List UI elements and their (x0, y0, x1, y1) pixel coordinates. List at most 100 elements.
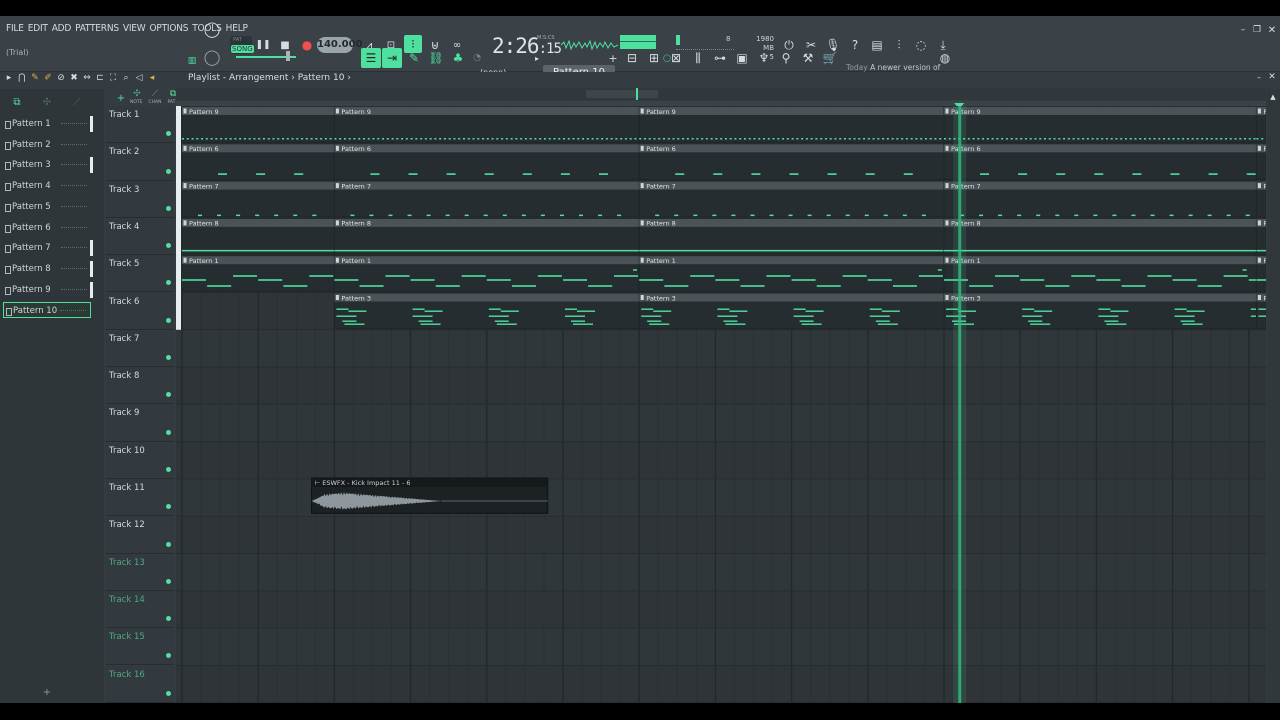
select-icon[interactable]: ⛶ (108, 73, 118, 83)
track-mute-led[interactable] (166, 504, 171, 510)
pattern-clip[interactable]: P... (1255, 218, 1266, 255)
pause-icon[interactable]: ❚❚ (254, 36, 272, 54)
pattern-clip[interactable]: Pattern 6 (638, 143, 945, 181)
mute-icon[interactable]: ✖ (69, 73, 79, 83)
pattern-clip[interactable]: Pattern 3 (333, 293, 640, 330)
play-arrow-icon[interactable]: ▸ (4, 73, 14, 83)
track-header[interactable]: Track 3 (106, 180, 174, 218)
pattern-clip[interactable]: Pattern 3 (638, 293, 945, 330)
playlist-icon[interactable]: ⊟ (623, 49, 641, 67)
playlist-arrow-icon[interactable]: ◂ (147, 73, 157, 83)
track-header[interactable]: Track 16 (106, 665, 174, 703)
track-mute-led[interactable] (166, 653, 171, 659)
picker-add-icon[interactable]: + (38, 683, 56, 701)
pattern-clip[interactable]: Pattern 1 (638, 255, 945, 292)
track-header[interactable]: Track 5 (106, 255, 174, 293)
stop-icon[interactable]: ■ (276, 36, 294, 54)
menu-patterns[interactable]: PATTERNS (75, 23, 119, 34)
mixer-view-icon[interactable]: ⫼ (689, 49, 707, 67)
pat-song-switch[interactable]: PAT SONG (230, 36, 254, 54)
view-pattern-icon[interactable]: ✣ (128, 85, 146, 103)
pattern-clip[interactable]: P... (1255, 181, 1266, 218)
pattern-item[interactable]: Pattern 1 (3, 116, 91, 132)
view-automation-icon[interactable]: ⟋ (146, 85, 164, 103)
track-mute-led[interactable] (166, 578, 171, 584)
pattern-clip[interactable]: Pattern 8 (181, 218, 335, 255)
menu-edit[interactable]: EDIT (28, 23, 48, 34)
magnet-icon[interactable]: ⋂ (17, 73, 27, 83)
picker-automation-icon[interactable]: ⟋ (68, 93, 86, 111)
pattern-item[interactable]: Pattern 9 (3, 282, 91, 298)
track-mute-led[interactable] (166, 131, 171, 137)
track-mute-led[interactable] (166, 243, 171, 249)
pattern-clip[interactable]: Pattern 6 (181, 143, 335, 181)
pattern-clip[interactable]: Pattern 8 (333, 218, 640, 255)
pencil-tool-icon[interactable]: ✎ (405, 49, 423, 67)
pattern-item[interactable]: Pattern 10 (3, 302, 91, 319)
track-mute-led[interactable] (166, 616, 171, 622)
pattern-item[interactable]: Pattern 7 (3, 240, 91, 256)
pattern-clip[interactable]: Pattern 3 (943, 293, 1257, 330)
pattern-item[interactable]: Pattern 4 (3, 178, 91, 194)
menu-options[interactable]: OPTIONS (149, 23, 188, 34)
track-mute-led[interactable] (166, 690, 171, 696)
tools-icon[interactable]: ⚒ (799, 49, 817, 67)
arrangement-grid[interactable]: Pattern 9 Pattern 9 Pattern 9 Pattern 9 P...… (176, 106, 1266, 703)
pattern-clip[interactable]: Pattern 9 (943, 106, 1257, 143)
mixer-icon[interactable]: ⫶ (890, 36, 908, 54)
pattern-clip[interactable]: P... (1255, 255, 1266, 292)
pattern-clip[interactable]: Pattern 8 (638, 218, 945, 255)
track-mute-led[interactable] (166, 205, 171, 211)
track-mute-led[interactable] (166, 355, 171, 361)
track-header[interactable]: Track 12 (106, 516, 174, 554)
scrollbar-thumb[interactable] (586, 90, 658, 98)
pattern-clip[interactable]: Pattern 7 (943, 181, 1257, 218)
track-header[interactable]: Track 4 (106, 217, 174, 256)
pattern-clip[interactable]: Pattern 1 (943, 255, 1257, 292)
tuner-icon[interactable]: ♆ (755, 49, 773, 67)
pattern-clip[interactable]: Pattern 1 (333, 255, 640, 292)
master-pitch-knob[interactable]: ◯ (203, 48, 221, 66)
master-volume-knob[interactable]: ◯ (203, 20, 221, 38)
playlist-view-icon[interactable]: ☰ (361, 48, 381, 68)
channel-rack-icon[interactable]: ⊠ (667, 49, 685, 67)
picker-audio-icon[interactable]: ✣ (38, 93, 56, 111)
plugin-icon[interactable]: ▣ (733, 49, 751, 67)
pattern-item[interactable]: Pattern 6 (3, 220, 91, 236)
pattern-item[interactable]: Pattern 3 (3, 157, 91, 173)
pattern-item[interactable]: Pattern 8 (3, 261, 91, 277)
globe-icon[interactable]: ◍ (936, 49, 954, 67)
browser-icon[interactable]: ⊶ (711, 49, 729, 67)
track-mute-led[interactable] (166, 541, 171, 547)
track-mute-led[interactable] (166, 168, 171, 174)
paint-icon[interactable]: ✐ (43, 73, 53, 83)
track-header[interactable]: Track 6 (106, 292, 174, 330)
track-header[interactable]: Track 13 (106, 553, 174, 591)
step-seq-icon[interactable]: ⇥ (382, 48, 402, 68)
pattern-clip[interactable]: Pattern 6 (333, 143, 640, 181)
piano-roll-icon[interactable]: ⊞ (645, 49, 663, 67)
playback-icon[interactable]: ◁ (134, 73, 144, 83)
channel-icon[interactable]: ◔ (468, 49, 486, 67)
track-mute-led[interactable] (166, 392, 171, 398)
plug-icon[interactable]: ⚲ (777, 49, 795, 67)
menu-help[interactable]: HELP (226, 23, 248, 34)
stamp-icon[interactable]: ♣ (449, 49, 467, 67)
playlist-close-icon[interactable]: ✕ (1263, 68, 1280, 86)
pattern-clip[interactable]: P... (1255, 293, 1266, 330)
slip-icon[interactable]: ⇔ (82, 73, 92, 83)
pattern-clip[interactable]: Pattern 7 (638, 181, 945, 218)
zoom-icon[interactable]: ⌕ (121, 73, 131, 83)
pattern-clip[interactable]: Pattern 7 (181, 181, 335, 218)
track-header[interactable]: Track 11 (106, 479, 174, 517)
pattern-item[interactable]: Pattern 5 (3, 199, 91, 215)
add-pattern-icon[interactable]: + (604, 49, 622, 67)
track-mute-led[interactable] (166, 280, 171, 286)
scroll-up-icon[interactable]: ▲ (1264, 88, 1280, 106)
pattern-clip[interactable]: Pattern 6 (943, 143, 1257, 181)
picker-pattern-icon[interactable]: ⧉ (8, 93, 26, 111)
track-mute-led[interactable] (166, 466, 171, 472)
pattern-clip[interactable]: Pattern 9 (181, 106, 335, 143)
horizontal-scrollbar[interactable] (176, 88, 1266, 100)
track-header[interactable]: Track 14 (106, 590, 174, 629)
